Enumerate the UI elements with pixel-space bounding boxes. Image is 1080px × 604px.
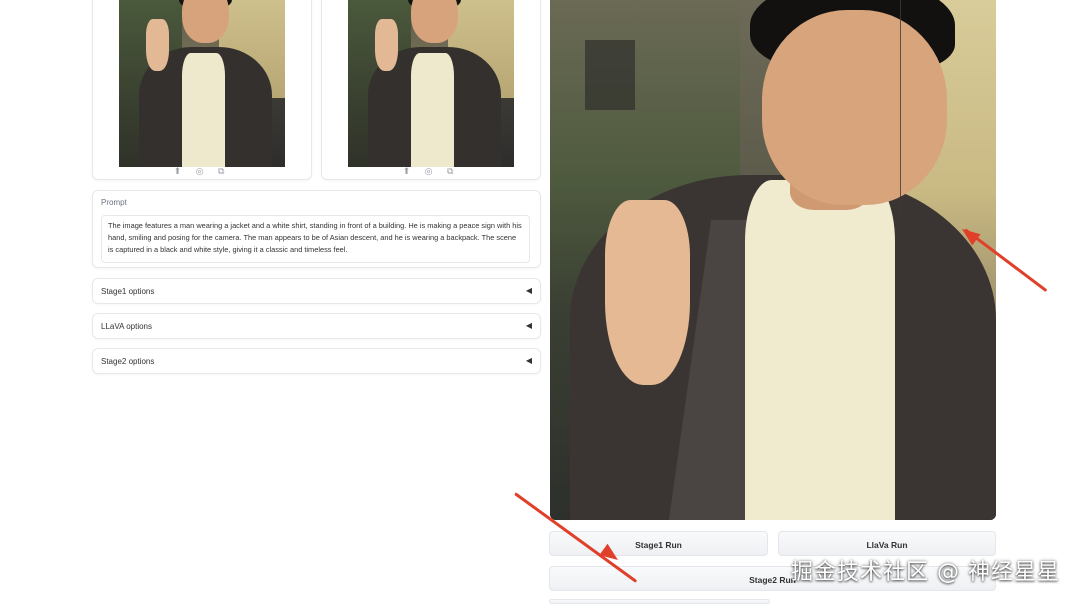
caret-left-icon: ◀ (525, 356, 532, 365)
caret-left-icon: ◀ (525, 286, 532, 295)
stage1-options-accordion[interactable]: Stage1 options ◀ (92, 278, 541, 304)
prompt-block: Prompt The image features a man wearing … (92, 190, 541, 268)
stage1-image (348, 0, 514, 167)
stage1-image-panel[interactable]: ⬆ ◎ ⧉ (321, 0, 541, 180)
result-comparison-image[interactable] (550, 0, 996, 520)
accordion-title: Stage2 options (101, 357, 155, 366)
stage2-options-accordion[interactable]: Stage2 options ◀ (92, 348, 541, 374)
accordion-title: Stage1 options (101, 287, 155, 296)
accordion-title: LLaVA options (101, 322, 153, 331)
image-toolbar-icons[interactable]: ⬆ ◎ ⧉ (93, 166, 311, 177)
watermark: 掘金技术社区 @ 神经星星 (791, 560, 1060, 585)
llava-run-button[interactable]: LlaVa Run (778, 531, 996, 556)
comparison-slider-handle[interactable] (900, 0, 901, 215)
llava-options-accordion[interactable]: LLaVA options ◀ (92, 313, 541, 339)
image-toolbar-icons[interactable]: ⬆ ◎ ⧉ (322, 166, 540, 177)
caret-left-icon: ◀ (525, 321, 532, 330)
prompt-label: Prompt (101, 198, 127, 207)
input-image-panel[interactable]: ⬆ ◎ ⧉ (92, 0, 312, 180)
input-image (119, 0, 285, 167)
prompt-textarea[interactable]: The image features a man wearing a jacke… (101, 215, 530, 263)
